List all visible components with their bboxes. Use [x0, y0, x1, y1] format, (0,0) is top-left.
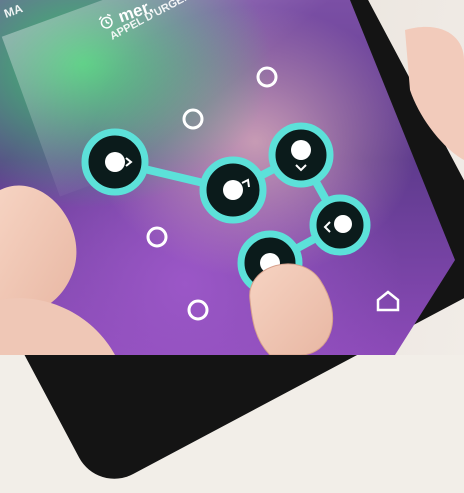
pattern-node-3[interactable] — [268, 122, 334, 188]
home-icon[interactable] — [376, 290, 400, 312]
pattern-node-bottom-left[interactable] — [187, 299, 209, 321]
pattern-node-5[interactable] — [237, 230, 303, 296]
pattern-node-mid-left[interactable] — [146, 226, 168, 248]
pattern-node-upper-left[interactable] — [182, 108, 204, 130]
pattern-node-4[interactable] — [309, 194, 371, 256]
pattern-node-1[interactable] — [81, 128, 149, 196]
pattern-node-2[interactable] — [199, 156, 267, 224]
pattern-node-top[interactable] — [256, 66, 278, 88]
